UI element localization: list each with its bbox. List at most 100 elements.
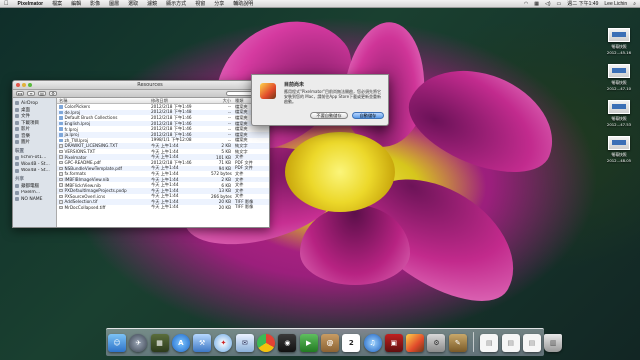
file-name: ja.lproj <box>64 132 79 138</box>
menu-select[interactable]: 選取 <box>128 0 138 7</box>
file-name: NSBundleViewTemplate.pdf <box>64 165 123 171</box>
sidebar-item-label: Wox4B - St... <box>21 168 50 174</box>
launchpad-icon[interactable]: ✈ <box>129 334 148 352</box>
spotlight-icon[interactable]: ⌕ <box>633 1 636 7</box>
table-row[interactable]: MrDocCollapsed.tiff 今天 上午1:44 20 KB TIFF 影像 <box>57 204 269 211</box>
arrange-button[interactable]: ▤ <box>38 91 46 96</box>
sidebar-item-device[interactable]: Wox4B - St... <box>15 161 54 168</box>
file-icon <box>59 188 63 193</box>
desktop-icon <box>15 107 19 112</box>
back-forward-button[interactable]: ◂ ▸ <box>16 91 24 96</box>
minimize-button[interactable] <box>22 83 26 87</box>
folder-icon <box>59 138 63 143</box>
file-size: -- <box>227 121 231 127</box>
desktop-screenshot-file[interactable]: 螢幕快照 2012...48.05 <box>604 136 634 163</box>
desktop-screenshot-file[interactable]: 螢幕快照 2012...47.10 <box>604 64 634 91</box>
facetime-icon[interactable]: ▶ <box>299 334 318 352</box>
apple-menu-icon[interactable]:  <box>4 1 9 7</box>
file-label: 2012...48.05 <box>606 158 632 163</box>
mail-icon[interactable]: ✉ <box>235 334 254 352</box>
file-size: 94 KB <box>218 165 231 171</box>
photo-icon[interactable]: ▣ <box>384 334 403 352</box>
file-icon <box>59 205 63 210</box>
document-icon[interactable]: ▤ <box>501 334 520 352</box>
user-name[interactable]: Lee Lichin <box>604 1 627 7</box>
cancel-button[interactable]: 不要自動儲存 <box>310 112 348 119</box>
file-size: 266 bytes <box>211 193 232 199</box>
downloads-icon[interactable]: ▤ <box>522 334 541 352</box>
safari-icon[interactable]: ✦ <box>214 334 233 352</box>
sidebar-item-device[interactable]: Wox4B - St... <box>15 168 54 175</box>
clock[interactable]: 週二 下午1:49 <box>567 0 598 7</box>
file-size: -- <box>227 104 231 110</box>
sidebar-item-label: 圖片 <box>21 140 30 146</box>
disk-icon <box>15 162 19 167</box>
calendar-icon[interactable]: 2 <box>342 334 361 352</box>
menu-image[interactable]: 影像 <box>90 0 100 7</box>
sidebar-item-shared[interactable]: NO NAME <box>15 196 54 203</box>
disk-icon <box>15 168 19 173</box>
file-name: DRAWKIT_LICENSING.TXT <box>64 143 118 149</box>
menu-layer[interactable]: 圖層 <box>109 0 119 7</box>
file-size: 2 KB <box>221 177 231 183</box>
file-icon <box>59 149 63 154</box>
menu-view[interactable]: 顯示方式 <box>166 0 186 7</box>
action-button[interactable]: ⚙ <box>49 91 57 96</box>
menu-help[interactable]: 輔助說明 <box>233 0 253 7</box>
app-store-icon[interactable]: A <box>171 334 190 352</box>
xcode-icon[interactable]: ⚒ <box>193 334 212 352</box>
dialog-title: 目前尚未 <box>284 82 305 88</box>
zoom-button[interactable] <box>28 83 32 87</box>
documents-icon <box>15 114 19 119</box>
sidebar-item-pictures[interactable]: 圖片 <box>15 139 54 146</box>
file-icon <box>59 183 63 187</box>
file-size: 20 KB <box>218 204 231 210</box>
document-icon[interactable]: ▤ <box>480 334 499 352</box>
folder-icon <box>59 121 63 126</box>
screenshot-thumbnail <box>608 64 630 78</box>
desktop-screenshot-file[interactable]: 螢幕快照 2012...45.16 <box>604 28 634 55</box>
sidebar-section-shared: 共享 <box>15 177 24 182</box>
file-icon <box>59 166 63 171</box>
finder-window: Resources ◂ ▸ ≡ ▤ ⚙ AirDrop 桌面 文件 下載項目 影… <box>12 80 270 228</box>
column-name[interactable]: 名稱 <box>57 98 149 103</box>
column-size[interactable]: 大小 <box>209 98 233 103</box>
view-mode-button[interactable]: ≡ <box>27 91 35 96</box>
mission-control-icon[interactable]: ▦ <box>150 334 169 352</box>
file-name-cell: AddSelection.tif <box>57 199 149 204</box>
menu-edit[interactable]: 編輯 <box>71 0 81 7</box>
contacts-icon[interactable]: @ <box>320 334 339 352</box>
battery-icon[interactable]: ▭ <box>557 1 562 7</box>
pictures-icon <box>15 140 19 145</box>
app-menu[interactable]: Pixelmator <box>18 1 44 7</box>
trash-icon[interactable]: ▥ <box>544 334 563 352</box>
preview-icon[interactable]: ⚙ <box>427 334 446 352</box>
desktop-screenshot-file[interactable]: 螢幕快照 2012...47.53 <box>604 100 634 127</box>
wifi-icon[interactable]: ◠ <box>524 1 528 7</box>
file-name: VERSIONS.TXT <box>64 149 96 155</box>
volume-icon[interactable]: ◁) <box>545 1 551 7</box>
ok-button[interactable]: 自動儲存 <box>352 112 384 119</box>
pixelmator-icon[interactable] <box>406 334 425 352</box>
menu-file[interactable]: 檔案 <box>52 0 62 7</box>
menu-window[interactable]: 視窗 <box>195 0 205 7</box>
system-preferences-icon[interactable]: ✎ <box>448 334 467 352</box>
file-name-cell: VERSIONS.TXT <box>57 149 149 154</box>
column-date[interactable]: 修改日期 <box>149 98 209 103</box>
sidebar-item-label: 桌面 <box>21 107 30 113</box>
chrome-icon[interactable] <box>257 334 276 352</box>
save-dialog: 目前尚未 應用程式"Pixelmator"目前尚無法開啟，您必須先將它安裝到您的… <box>251 74 389 126</box>
menu-share[interactable]: 分享 <box>214 0 224 7</box>
file-icon <box>59 155 63 159</box>
file-name: IMBFlBImageView.nib <box>64 177 110 183</box>
finder-icon[interactable]: ☺ <box>108 334 126 352</box>
flag-icon[interactable]: ▦ <box>534 1 539 7</box>
itunes-icon[interactable]: ♫ <box>363 334 382 352</box>
close-button[interactable] <box>16 83 20 87</box>
file-label: 2012...45.16 <box>606 50 632 55</box>
file-name-cell: fx.formats <box>57 171 149 176</box>
photo-booth-icon[interactable]: ◉ <box>278 334 297 352</box>
file-name-cell: ja.lproj <box>57 132 149 137</box>
file-icon <box>59 160 63 165</box>
menu-filter[interactable]: 濾鏡 <box>147 0 157 7</box>
